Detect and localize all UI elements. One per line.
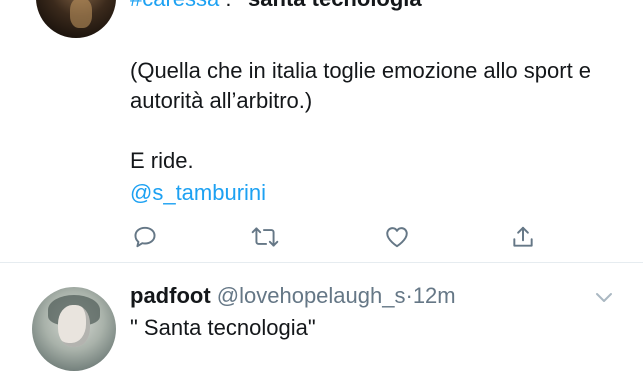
share-button[interactable] (508, 222, 538, 252)
tweet-body: " Santa tecnologia" (130, 315, 316, 340)
tweet-reply[interactable]: padfoot @lovehopelaugh_s·12m " Santa tec… (0, 263, 643, 371)
mention-link[interactable]: @s_tamburini (130, 178, 266, 208)
tweet-action-bar (0, 222, 643, 252)
username-handle[interactable]: @lovehopelaugh_s (217, 283, 406, 308)
avatar-detail (70, 0, 92, 28)
tweet-parent[interactable]: #caressa : "santa tecnologia" (Quella ch… (0, 0, 643, 262)
tweet-header: padfoot @lovehopelaugh_s·12m (130, 283, 456, 309)
tweet-paragraph: E ride. (130, 148, 194, 173)
avatar-detail (58, 305, 90, 347)
retweet-button[interactable] (250, 222, 280, 252)
share-icon (513, 226, 533, 247)
retweet-icon (251, 227, 279, 247)
like-icon (386, 227, 408, 248)
chevron-down-icon (596, 293, 612, 302)
tweet-paragraph: (Quella che in italia toglie emozione al… (130, 58, 592, 113)
header-quote: "santa tecnologia" (238, 0, 432, 11)
timestamp[interactable]: 12m (413, 283, 456, 308)
tweet-body: (Quella che in italia toglie emozione al… (130, 56, 620, 176)
avatar[interactable] (36, 0, 116, 38)
avatar[interactable] (32, 287, 116, 371)
reply-icon (134, 226, 156, 248)
like-button[interactable] (382, 222, 412, 252)
separator-dot: · (405, 283, 413, 308)
hashtag-link[interactable]: #caressa (130, 0, 219, 11)
header-separator: : (219, 0, 237, 11)
reply-button[interactable] (130, 222, 160, 252)
tweet-header-text: #caressa : "santa tecnologia" (130, 0, 432, 12)
tweet-menu-button[interactable] (592, 287, 616, 307)
display-name[interactable]: padfoot (130, 283, 211, 308)
